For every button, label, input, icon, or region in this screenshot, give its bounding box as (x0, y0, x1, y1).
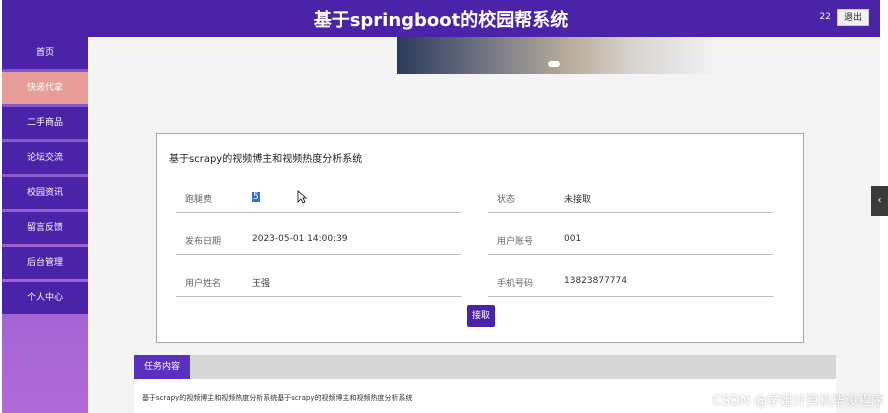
field-status: 状态 未接取 (488, 178, 773, 213)
field-username: 用户姓名 王强 (176, 262, 461, 297)
main-content: 基于scrapy的视频博主和视频热度分析系统 跑腿费 5 状态 未接取 发布日期… (88, 37, 880, 413)
top-bar: 基于springboot的校园帮系统 22 退出 (2, 0, 880, 37)
task-tab-bar: 任务内容 (134, 355, 836, 379)
chevron-left-icon[interactable]: ‹ (871, 186, 888, 216)
sidebar-item-forum[interactable]: 论坛交流 (2, 142, 88, 174)
sidebar-item-news[interactable]: 校园资讯 (2, 177, 88, 209)
detail-card: 基于scrapy的视频博主和视频热度分析系统 跑腿费 5 状态 未接取 发布日期… (156, 133, 804, 343)
take-order-button[interactable]: 接取 (467, 305, 495, 327)
sidebar-item-secondhand[interactable]: 二手商品 (2, 107, 88, 139)
field-label: 跑腿费 (185, 195, 213, 205)
task-content-text: 基于scrapy的视频博主和视频热度分析系统基于scrapy的视频博主和视频热度… (142, 394, 413, 402)
app-title: 基于springboot的校园帮系统 (313, 10, 569, 31)
field-value: 王强 (252, 279, 271, 289)
detail-title: 基于scrapy的视频博主和视频热度分析系统 (169, 154, 363, 165)
tab-task-content[interactable]: 任务内容 (134, 355, 190, 379)
field-value[interactable]: 5 (252, 192, 260, 202)
carousel-dot[interactable] (548, 61, 560, 67)
field-label: 用户姓名 (185, 279, 222, 289)
sidebar-item-express[interactable]: 快递代拿 (2, 72, 88, 104)
field-value: 001 (564, 234, 582, 244)
banner-image (397, 37, 712, 74)
field-label: 状态 (497, 195, 516, 205)
field-value: 13823877774 (564, 276, 627, 286)
field-value: 未接取 (564, 195, 592, 205)
field-label: 发布日期 (185, 237, 222, 247)
field-label: 手机号码 (497, 279, 534, 289)
field-phone: 手机号码 13823877774 (488, 262, 773, 297)
sidebar-item-profile[interactable]: 个人中心 (2, 282, 88, 314)
field-label: 用户账号 (497, 237, 534, 247)
field-account: 用户账号 001 (488, 220, 773, 255)
sidebar-item-feedback[interactable]: 留言反馈 (2, 212, 88, 244)
logout-button[interactable]: 退出 (837, 9, 869, 26)
mouse-cursor-icon (297, 190, 307, 204)
sidebar-item-home[interactable]: 首页 (2, 37, 88, 69)
field-fee: 跑腿费 5 (176, 178, 461, 213)
field-publish-date: 发布日期 2023-05-01 14:00:39 (176, 220, 461, 255)
sidebar: 首页 快递代拿 二手商品 论坛交流 校园资讯 留言反馈 后台管理 个人中心 (2, 37, 88, 413)
watermark: CSDN @学姐计算机毕设程序 (712, 394, 884, 409)
user-count: 22 (819, 12, 831, 22)
field-value: 2023-05-01 14:00:39 (252, 234, 348, 244)
sidebar-item-admin[interactable]: 后台管理 (2, 247, 88, 279)
